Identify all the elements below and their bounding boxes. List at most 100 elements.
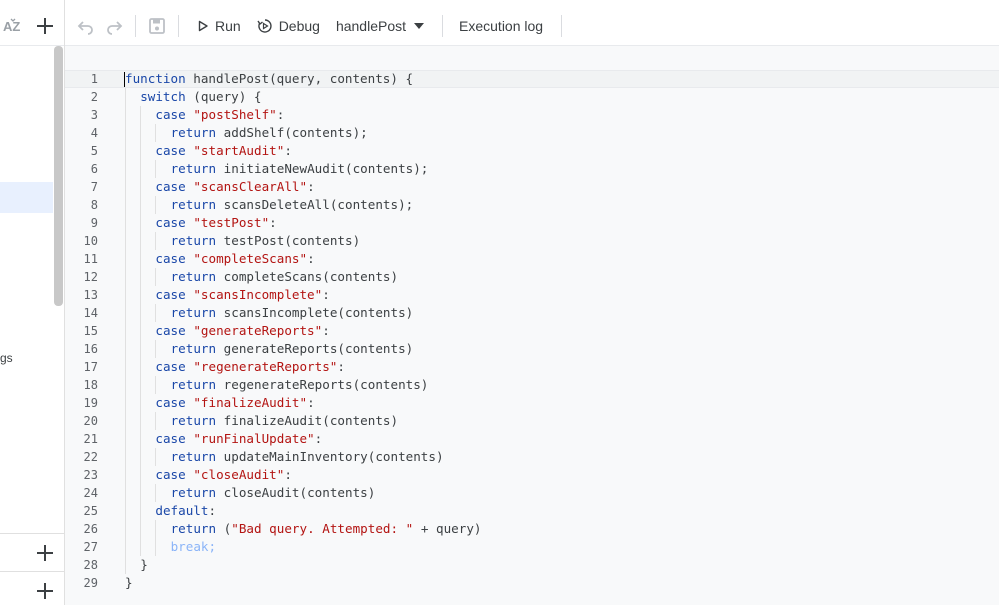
code-line[interactable]: 24 return closeAudit(contents) xyxy=(65,484,999,502)
selected-file-item[interactable] xyxy=(0,182,53,213)
code-token: "scansClearAll" xyxy=(193,179,308,194)
code-line[interactable]: 5 case "startAudit": xyxy=(65,142,999,160)
code-line[interactable]: 28} xyxy=(65,556,999,574)
code-token: : xyxy=(307,395,315,410)
code-text: return ("Bad query. Attempted: " + query… xyxy=(171,520,482,538)
code-token: "generateReports" xyxy=(193,323,323,338)
line-number: 20 xyxy=(83,414,98,428)
code-text: return initiateNewAudit(contents); xyxy=(171,160,429,178)
indent-guide xyxy=(140,196,142,214)
line-number: 8 xyxy=(90,198,98,212)
line-number: 21 xyxy=(83,432,98,446)
code-line[interactable]: 10 return testPost(contents) xyxy=(65,232,999,250)
code-line[interactable]: 2 switch (query) { xyxy=(65,88,999,106)
add-library-icon[interactable] xyxy=(35,543,55,563)
code-line[interactable]: 7 case "scansClearAll": xyxy=(65,178,999,196)
save-icon[interactable] xyxy=(146,15,168,37)
indent-guide xyxy=(125,214,126,232)
redo-icon[interactable] xyxy=(103,15,125,37)
file-panel-scrollbar[interactable] xyxy=(54,46,63,306)
code-line[interactable]: 22 return updateMainInventory(contents) xyxy=(65,448,999,466)
indent-guide xyxy=(140,304,142,322)
line-number: 14 xyxy=(83,306,98,320)
execution-log-label: Execution log xyxy=(459,18,544,34)
line-number: 28 xyxy=(83,558,98,572)
code-text: function handlePost(query, contents) { xyxy=(125,71,413,87)
code-editor[interactable]: 1 function handlePost(query, contents) {2… xyxy=(65,46,999,605)
code-token: return xyxy=(170,269,217,284)
code-text: case "generateReports": xyxy=(155,322,329,340)
indent-guide xyxy=(125,556,126,574)
code-line[interactable]: 23 case "closeAudit": xyxy=(65,466,999,484)
code-line[interactable]: 1 function handlePost(query, contents) { xyxy=(65,70,999,88)
indent-guide xyxy=(140,358,142,376)
code-token: case xyxy=(155,431,186,446)
indent-guide xyxy=(140,268,142,286)
code-line[interactable]: 26 return ("Bad query. Attempted: " + que… xyxy=(65,520,999,538)
code-line[interactable]: 19 case "finalizeAudit": xyxy=(65,394,999,412)
code-line[interactable]: 6 return initiateNewAudit(contents); xyxy=(65,160,999,178)
code-token: addShelf(contents); xyxy=(216,125,368,140)
indent-guide xyxy=(140,340,142,358)
debug-label: Debug xyxy=(278,18,320,34)
indent-guide xyxy=(155,484,157,502)
code-lines[interactable]: 1 function handlePost(query, contents) {2… xyxy=(65,70,999,592)
code-line[interactable]: 16 return generateReports(contents) xyxy=(65,340,999,358)
code-line[interactable]: 11 case "completeScans": xyxy=(65,250,999,268)
code-text: return testPost(contents) xyxy=(171,232,361,250)
code-token: ( xyxy=(216,521,232,536)
code-token: case xyxy=(155,107,186,122)
code-token: testPost(contents) xyxy=(216,233,361,248)
dropdown-caret-icon xyxy=(414,23,425,29)
sidebar-truncated-label[interactable]: gs xyxy=(0,351,13,365)
code-line[interactable]: 15 case "generateReports": xyxy=(65,322,999,340)
add-service-icon[interactable] xyxy=(35,581,55,601)
undo-icon[interactable] xyxy=(75,15,97,37)
line-number: 3 xyxy=(90,108,98,122)
code-token: return xyxy=(170,125,217,140)
code-line[interactable]: 27 break; xyxy=(65,538,999,556)
libraries-section xyxy=(0,533,64,572)
code-token: case xyxy=(155,467,186,482)
code-line[interactable]: 14 return scansIncomplete(contents) xyxy=(65,304,999,322)
indent-guide xyxy=(140,322,142,340)
line-number: 12 xyxy=(83,270,98,284)
code-token: generateReports(contents) xyxy=(216,341,414,356)
code-line[interactable]: 17 case "regenerateReports": xyxy=(65,358,999,376)
code-token: "testPost" xyxy=(193,215,270,230)
indent-guide xyxy=(155,376,157,394)
code-token: switch xyxy=(140,89,186,104)
code-line[interactable]: 3 case "postShelf": xyxy=(65,106,999,124)
indent-guide xyxy=(140,286,142,304)
code-line[interactable]: 4 return addShelf(contents); xyxy=(65,124,999,142)
code-line[interactable]: 13 case "scansIncomplete": xyxy=(65,286,999,304)
indent-guide xyxy=(125,286,126,304)
code-line[interactable]: 12 return completeScans(contents) xyxy=(65,268,999,286)
code-token: "Bad query. Attempted: " xyxy=(231,521,414,536)
run-button[interactable]: Run xyxy=(189,11,249,41)
debug-button[interactable]: Debug xyxy=(249,11,328,41)
code-line[interactable]: 9 case "testPost": xyxy=(65,214,999,232)
code-text: return finalizeAudit(contents) xyxy=(171,412,398,430)
code-line[interactable]: 29} xyxy=(65,574,999,592)
code-token: case xyxy=(155,395,186,410)
code-token: return xyxy=(170,233,217,248)
code-token: : xyxy=(284,467,292,482)
line-number: 24 xyxy=(83,486,98,500)
line-number: 26 xyxy=(83,522,98,536)
indent-guide xyxy=(140,484,142,502)
execution-log-button[interactable]: Execution log xyxy=(453,11,551,41)
code-line[interactable]: 18 return regenerateReports(contents) xyxy=(65,376,999,394)
line-number: 13 xyxy=(83,288,98,302)
code-line[interactable]: 25 default: xyxy=(65,502,999,520)
code-line[interactable]: 21 case "runFinalUpdate": xyxy=(65,430,999,448)
indent-guide xyxy=(125,412,126,430)
add-file-icon[interactable] xyxy=(35,16,55,36)
code-line[interactable]: 20 return finalizeAudit(contents) xyxy=(65,412,999,430)
function-select[interactable]: handlePost xyxy=(328,11,432,41)
code-line[interactable]: 8 return scansDeleteAll(contents); xyxy=(65,196,999,214)
code-token: : xyxy=(269,215,277,230)
sort-az-icon[interactable]: AZ xyxy=(2,17,24,35)
indent-guide xyxy=(140,124,142,142)
code-token: case xyxy=(155,215,186,230)
